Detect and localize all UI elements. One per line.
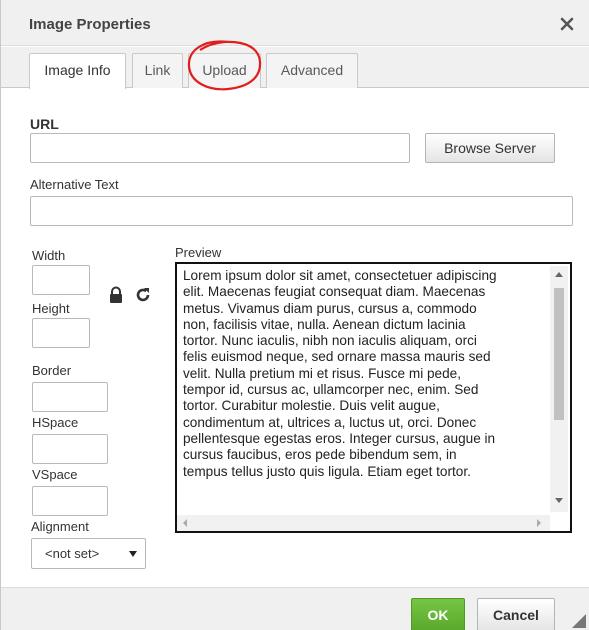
height-label: Height (32, 301, 70, 316)
lock-icon[interactable] (107, 286, 125, 304)
dialog-title: Image Properties (29, 16, 151, 33)
alternative-text-input[interactable] (30, 196, 573, 226)
tab-link[interactable]: Link (132, 53, 183, 88)
scroll-up-icon[interactable] (555, 272, 563, 277)
vspace-label: VSpace (32, 467, 78, 482)
scroll-left-icon[interactable] (183, 519, 187, 527)
alignment-select-value: <not set> (45, 546, 100, 561)
vspace-input[interactable] (32, 486, 108, 516)
alignment-select[interactable]: <not set> (31, 538, 146, 569)
preview-vertical-scrollbar[interactable] (550, 266, 568, 512)
preview-scroll-thumb[interactable] (554, 288, 564, 420)
tab-advanced[interactable]: Advanced (266, 53, 358, 88)
ok-button[interactable]: OK (411, 598, 465, 630)
dialog-footer: OK Cancel (1, 587, 589, 630)
scroll-right-icon[interactable] (537, 519, 541, 527)
border-input[interactable] (32, 382, 108, 412)
alternative-text-label: Alternative Text (30, 177, 119, 192)
preview-box: Lorem ipsum dolor sit amet, consectetuer… (175, 262, 572, 533)
tab-bar: Image Info Link Upload Advanced (1, 47, 589, 89)
preview-label: Preview (175, 245, 222, 260)
url-input[interactable] (30, 133, 410, 163)
alignment-label: Alignment (31, 519, 89, 534)
preview-horizontal-scrollbar[interactable] (177, 515, 550, 531)
width-label: Width (32, 248, 66, 263)
image-properties-dialog: Image Properties Image Info Link Upload … (0, 0, 589, 630)
dialog-titlebar[interactable]: Image Properties (1, 0, 589, 46)
height-input[interactable] (32, 318, 90, 348)
browse-server-button[interactable]: Browse Server (425, 133, 555, 163)
cancel-button[interactable]: Cancel (477, 598, 555, 630)
tab-upload[interactable]: Upload (188, 53, 261, 88)
hspace-label: HSpace (32, 415, 79, 430)
close-icon[interactable] (559, 16, 575, 32)
reset-size-icon[interactable] (134, 286, 152, 304)
preview-text: Lorem ipsum dolor sit amet, consectetuer… (183, 268, 497, 479)
border-label: Border (32, 363, 72, 378)
tab-image-info[interactable]: Image Info (29, 53, 126, 89)
resize-grip-icon[interactable] (570, 612, 586, 628)
url-label: URL (30, 116, 59, 132)
scroll-down-icon[interactable] (555, 498, 563, 503)
width-input[interactable] (32, 265, 90, 295)
chevron-down-icon (129, 551, 137, 557)
hspace-input[interactable] (32, 434, 108, 464)
